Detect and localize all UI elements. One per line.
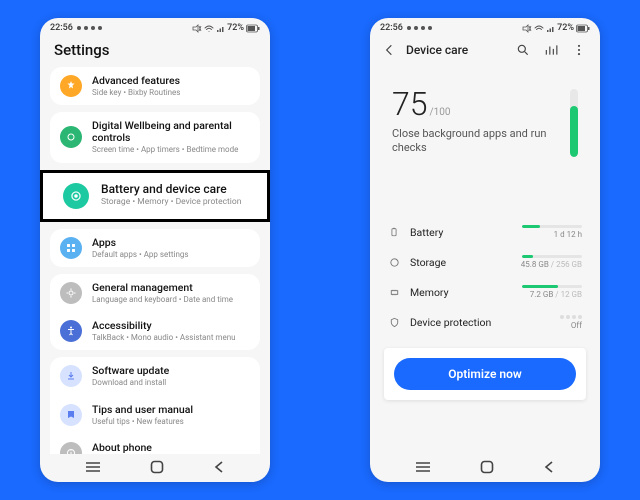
search-icon[interactable]	[512, 39, 534, 61]
nav-bar	[40, 454, 270, 482]
shield-icon	[388, 317, 400, 329]
care-row-storage[interactable]: Storage 45.8 GB / 256 GB	[388, 247, 582, 277]
score-bar	[570, 89, 578, 157]
home-button[interactable]	[150, 460, 164, 474]
optimize-now-button[interactable]: Optimize now	[394, 358, 576, 390]
score-area: 75/100 Close background apps and run che…	[370, 65, 600, 167]
status-bar: 22:56 72%	[40, 18, 270, 35]
phone-device-care: 22:56 72% Device care 75/100 Close backg…	[370, 18, 600, 482]
recents-button[interactable]	[415, 461, 431, 473]
care-list: Battery 1 d 12 h Storage 45.8 GB / 256 G…	[370, 217, 600, 338]
score-max: /100	[430, 107, 451, 118]
highlighted-item-device-care: Battery and device care Storage • Memory…	[40, 170, 270, 222]
status-bar: 22:56 72%	[370, 18, 600, 35]
phone-settings: 22:56 72% Settings Advanced features Sid…	[40, 18, 270, 482]
settings-item-apps[interactable]: Apps Default apps • App settings	[50, 229, 260, 267]
battery-icon	[246, 24, 260, 33]
score-message: Close background apps and run checks	[392, 127, 558, 156]
notification-icons	[405, 24, 433, 32]
mute-icon	[192, 24, 202, 33]
status-battery: 72%	[227, 23, 244, 33]
care-row-memory[interactable]: Memory 7.2 GB / 12 GB	[388, 277, 582, 307]
settings-item-accessibility[interactable]: Accessibility TalkBack • Mono audio • As…	[50, 312, 260, 350]
signal-icon	[216, 24, 225, 33]
back-icon[interactable]	[378, 39, 400, 61]
accessibility-icon	[60, 320, 82, 342]
page-title: Settings	[40, 35, 270, 67]
status-battery: 72%	[557, 23, 574, 33]
page-title: Device care	[406, 43, 506, 57]
more-icon[interactable]	[568, 39, 590, 61]
chart-icon[interactable]	[540, 39, 562, 61]
score-value: 75	[392, 85, 428, 123]
back-button[interactable]	[543, 460, 555, 474]
settings-item-advanced-features[interactable]: Advanced features Side key • Bixby Routi…	[50, 67, 260, 105]
software-update-icon	[60, 365, 82, 387]
wifi-icon	[534, 24, 544, 33]
recents-button[interactable]	[85, 461, 101, 473]
battery-row-icon	[388, 226, 400, 238]
nav-bar	[370, 454, 600, 482]
apps-icon	[60, 237, 82, 259]
settings-item-general-management[interactable]: General management Language and keyboard…	[50, 274, 260, 312]
settings-item-tips[interactable]: Tips and user manual Useful tips • New f…	[50, 396, 260, 434]
optimize-card: Optimize now	[384, 348, 586, 400]
settings-item-software-update[interactable]: Software update Download and install	[50, 357, 260, 395]
advanced-features-icon	[60, 75, 82, 97]
settings-item-digital-wellbeing[interactable]: Digital Wellbeing and parental controls …	[50, 112, 260, 162]
general-icon	[60, 282, 82, 304]
settings-item-device-care[interactable]: Battery and device care Storage • Memory…	[43, 173, 267, 219]
about-phone-icon	[60, 442, 82, 454]
signal-icon	[546, 24, 555, 33]
mute-icon	[522, 24, 532, 33]
status-time: 22:56	[380, 23, 403, 33]
care-row-protection[interactable]: Device protection Off	[388, 307, 582, 338]
care-row-battery[interactable]: Battery 1 d 12 h	[388, 217, 582, 247]
back-button[interactable]	[213, 460, 225, 474]
device-care-icon	[63, 183, 89, 209]
home-button[interactable]	[480, 460, 494, 474]
device-care-header: Device care	[370, 35, 600, 65]
memory-row-icon	[388, 286, 400, 298]
tips-icon	[60, 404, 82, 426]
settings-list: Advanced features Side key • Bixby Routi…	[40, 67, 270, 454]
wellbeing-icon	[60, 126, 82, 148]
storage-row-icon	[388, 256, 400, 268]
wifi-icon	[204, 24, 214, 33]
notification-icons	[75, 24, 103, 32]
settings-item-about-phone[interactable]: About phone Status • Legal information •…	[50, 434, 260, 454]
status-time: 22:56	[50, 23, 73, 33]
battery-icon	[576, 24, 590, 33]
